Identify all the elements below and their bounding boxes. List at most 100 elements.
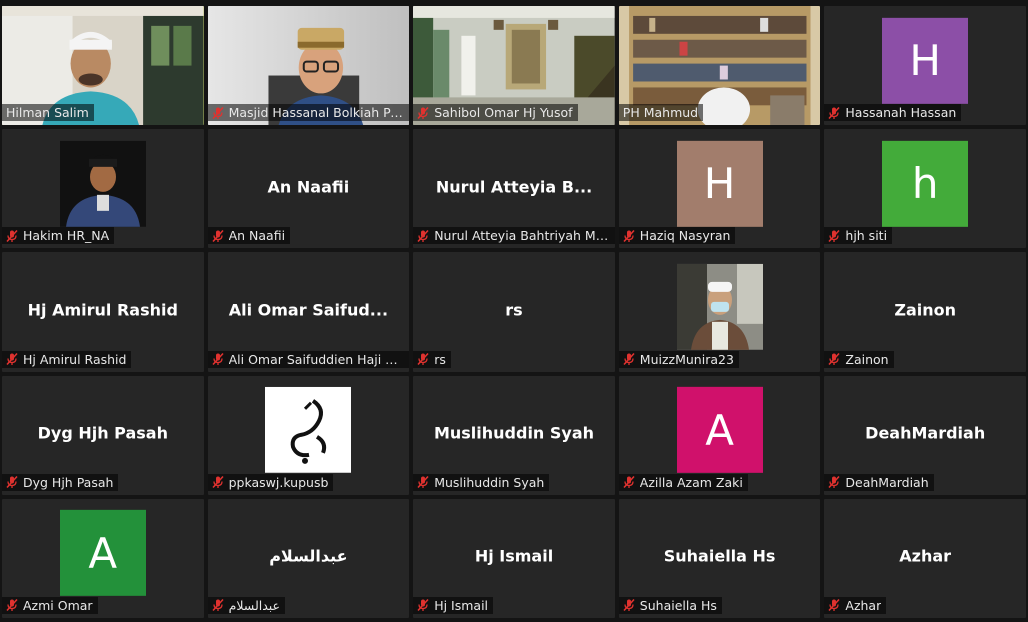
participant-avatar: A	[676, 387, 763, 474]
participant-nameplate: Dyg Hjh Pasah	[2, 473, 119, 491]
participant-display-name: Nurul Atteyia B...	[435, 177, 593, 197]
participant-tile[interactable]: DeahMardiah DeahMardiah	[824, 375, 1026, 495]
participant-tile[interactable]: PH Mahmud	[618, 6, 821, 126]
participant-tile[interactable]: Zainon Zainon	[824, 252, 1026, 372]
microphone-muted-icon	[417, 229, 429, 242]
participant-nameplate: Zainon	[824, 350, 894, 368]
participant-avatar: H	[882, 17, 969, 104]
microphone-muted-icon	[623, 229, 635, 242]
participant-nameplate: Suhaiella Hs	[618, 596, 722, 614]
microphone-muted-icon	[212, 106, 224, 119]
participant-nameplate: An Naafii	[207, 227, 291, 245]
participant-display-name: Dyg Hjh Pasah	[37, 423, 168, 443]
participant-tile[interactable]: H Haziq Nasyran	[618, 129, 821, 249]
participant-tile[interactable]: rs rs	[413, 252, 615, 372]
participant-nameplate: hjh siti	[824, 227, 893, 245]
participant-nameplate: Azilla Azam Zaki	[618, 473, 748, 491]
participant-name-label: Hakim HR_NA	[23, 228, 110, 244]
microphone-muted-icon	[828, 476, 840, 489]
participant-avatar: A	[59, 510, 146, 597]
participant-tile[interactable]: MuizzMunira23	[618, 252, 821, 372]
participant-tile[interactable]: Nurul Atteyia B... Nurul Atteyia Bahtriy…	[413, 129, 615, 249]
participant-tile[interactable]: Muslihuddin Syah Muslihuddin Syah	[413, 375, 615, 495]
participant-name-label: Azmi Omar	[23, 597, 93, 613]
participant-name-label: Hj Ismail	[434, 597, 489, 613]
microphone-muted-icon	[212, 353, 224, 366]
participant-nameplate: Muslihuddin Syah	[413, 473, 550, 491]
participant-nameplate: Sahibol Omar Hj Yusof	[413, 104, 578, 122]
participant-tile[interactable]: Hj Ismail Hj Ismail	[413, 498, 615, 618]
participant-nameplate: MuizzMunira23	[618, 350, 739, 368]
participant-tile[interactable]: عبدالسلام عبدالسلام	[207, 498, 410, 618]
microphone-muted-icon	[417, 106, 429, 119]
participant-tile[interactable]: A Azmi Omar	[2, 498, 204, 618]
participant-tile[interactable]: h hjh siti	[824, 129, 1026, 249]
participant-name-label: rs	[434, 351, 446, 367]
microphone-muted-icon	[417, 599, 429, 612]
participant-name-label: An Naafii	[228, 228, 286, 244]
participant-nameplate: Azmi Omar	[2, 596, 98, 614]
participant-display-name: Hj Ismail	[474, 546, 554, 566]
participant-nameplate: Hj Ismail	[413, 596, 494, 614]
participant-name-label: Azhar	[845, 597, 882, 613]
participant-name-label: ppkaswj.kupusb	[228, 474, 329, 490]
participant-display-name: Suhaiella Hs	[663, 546, 776, 566]
participant-name-label: Dyg Hjh Pasah	[23, 474, 114, 490]
participant-nameplate: Nurul Atteyia Bahtriyah Md...	[413, 227, 615, 245]
participant-tile[interactable]: A Azilla Azam Zaki	[618, 375, 821, 495]
participant-nameplate: Hilman Salim	[2, 104, 94, 122]
participant-display-name: Zainon	[894, 300, 957, 320]
participant-name-label: Masjid Hassanal Bolkiah Pe...	[228, 105, 405, 121]
participant-display-name: Hj Amirul Rashid	[27, 300, 178, 320]
participant-nameplate: PH Mahmud	[618, 104, 704, 122]
participant-name-label: PH Mahmud	[622, 105, 699, 121]
participant-name-label: Ali Omar Saifuddien Haji Al...	[228, 351, 405, 367]
participant-tile[interactable]: Masjid Hassanal Bolkiah Pe...	[207, 6, 410, 126]
participant-tile[interactable]: Suhaiella Hs Suhaiella Hs	[618, 498, 821, 618]
participant-tile[interactable]: ppkaswj.kupusb	[207, 375, 410, 495]
participant-gallery: Hilman Salim Masjid Hassanal Bolkiah Pe.…	[0, 0, 1028, 622]
microphone-muted-icon	[623, 476, 635, 489]
participant-tile[interactable]: Azhar Azhar	[824, 498, 1026, 618]
microphone-muted-icon	[6, 353, 18, 366]
microphone-muted-icon	[212, 229, 224, 242]
participant-name-label: عبدالسلام	[228, 597, 281, 613]
participant-name-label: Hilman Salim	[6, 105, 89, 121]
participant-tile[interactable]: An Naafii An Naafii	[207, 129, 410, 249]
participant-tile[interactable]: Hj Amirul Rashid Hj Amirul Rashid	[2, 252, 204, 372]
participant-nameplate: Masjid Hassanal Bolkiah Pe...	[207, 104, 410, 122]
participant-nameplate: rs	[413, 350, 451, 368]
microphone-muted-icon	[417, 476, 429, 489]
participant-display-name: rs	[505, 300, 523, 320]
participant-tile[interactable]: Sahibol Omar Hj Yusof	[413, 6, 615, 126]
participant-name-label: Nurul Atteyia Bahtriyah Md...	[434, 228, 610, 244]
microphone-muted-icon	[828, 353, 840, 366]
microphone-muted-icon	[828, 599, 840, 612]
participant-tile[interactable]: Ali Omar Saifud... Ali Omar Saifuddien H…	[207, 252, 410, 372]
participant-nameplate: Hassanah Hassan	[824, 104, 962, 122]
participant-nameplate: ppkaswj.kupusb	[207, 473, 334, 491]
participant-profile-picture	[59, 140, 146, 227]
participant-nameplate: Hj Amirul Rashid	[2, 350, 132, 368]
participant-name-label: hjh siti	[845, 228, 888, 244]
participant-name-label: MuizzMunira23	[639, 351, 734, 367]
participant-tile[interactable]: H Hassanah Hassan	[824, 6, 1026, 126]
participant-tile[interactable]: Hakim HR_NA	[2, 129, 204, 249]
participant-name-label: Muslihuddin Syah	[434, 474, 545, 490]
participant-name-label: Suhaiella Hs	[639, 597, 717, 613]
microphone-muted-icon	[212, 599, 224, 612]
participant-name-label: Azilla Azam Zaki	[639, 474, 743, 490]
participant-display-name: عبدالسلام	[269, 546, 348, 566]
participant-display-name: Ali Omar Saifud...	[228, 300, 389, 320]
participant-tile[interactable]: Hilman Salim	[2, 6, 204, 126]
participant-tile[interactable]: Dyg Hjh Pasah Dyg Hjh Pasah	[2, 375, 204, 495]
participant-avatar: h	[882, 140, 969, 227]
participant-display-name: An Naafii	[267, 177, 350, 197]
microphone-muted-icon	[6, 476, 18, 489]
participant-nameplate: Ali Omar Saifuddien Haji Al...	[207, 350, 410, 368]
participant-nameplate: Hakim HR_NA	[2, 227, 115, 245]
microphone-muted-icon	[828, 106, 840, 119]
participant-profile-picture	[265, 387, 352, 474]
participant-profile-picture	[676, 263, 763, 350]
participant-display-name: Azhar	[899, 546, 952, 566]
